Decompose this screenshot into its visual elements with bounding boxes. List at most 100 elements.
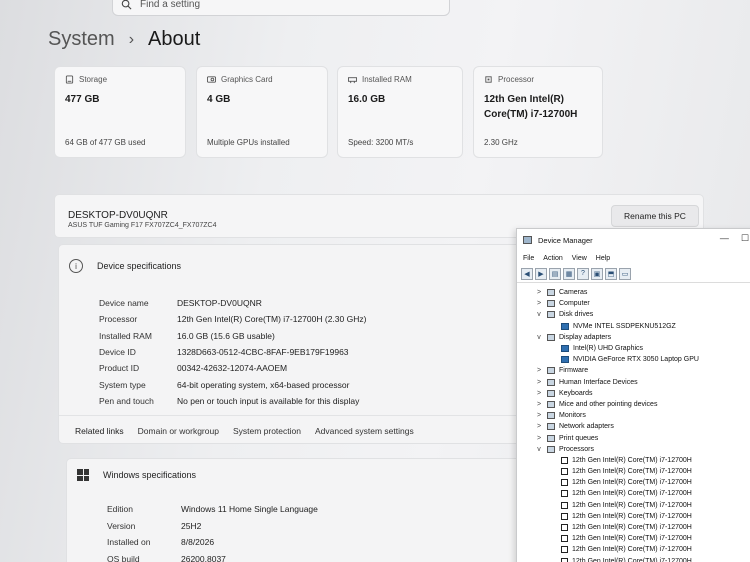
tile-title: Installed RAM (362, 75, 412, 84)
spec-value: 16.0 GB (15.6 GB usable) (177, 330, 275, 341)
update-driver-icon[interactable]: ⬒ (605, 267, 617, 280)
spec-row: Device ID 1328D663-0512-4CBC-8FAF-9EB179F… (99, 344, 366, 360)
device-label: NVMe INTEL SSDPEKNU512GZ (573, 322, 676, 330)
spec-row: Device name DESKTOP-DV0UQNR (99, 295, 366, 311)
chevron-down-icon[interactable]: v (535, 311, 543, 318)
device-tree-node[interactable]: v Disk drives (535, 309, 750, 320)
domain-workgroup-link[interactable]: Domain or workgroup (138, 426, 219, 436)
breadcrumb-system[interactable]: System (48, 28, 115, 51)
tile-sub: Multiple GPUs installed (207, 138, 290, 147)
windows-spec-rows: Edition Windows 11 Home Single Language V… (107, 501, 318, 562)
device-tree-node[interactable]: > Network adapters (535, 421, 750, 432)
spec-key: Processor (99, 314, 138, 325)
tree-view-icon[interactable]: ▤ (549, 267, 561, 280)
chevron-right-icon[interactable]: > (535, 435, 543, 442)
device-specifications-header[interactable]: i Device specifications (69, 259, 181, 273)
device-label: Firmware (559, 367, 589, 375)
device-label: Display adapters (559, 333, 612, 341)
device-category-icon (547, 311, 555, 319)
device-tree-node[interactable]: > Computer (535, 298, 750, 309)
device-tree-node[interactable]: 12th Gen Intel(R) Core(TM) i7-12700H (535, 500, 750, 511)
chevron-right-icon[interactable]: > (535, 367, 543, 374)
menu-action[interactable]: Action (543, 255, 562, 262)
device-label: 12th Gen Intel(R) Core(TM) i7-12700H (572, 535, 692, 543)
device-label: NVIDIA GeForce RTX 3050 Laptop GPU (573, 356, 699, 364)
chevron-right-icon[interactable]: > (535, 423, 543, 430)
rename-pc-button[interactable]: Rename this PC (611, 205, 699, 227)
device-label: Keyboards (559, 389, 593, 397)
system-protection-link[interactable]: System protection (233, 426, 301, 436)
chevron-right-icon[interactable]: > (535, 379, 543, 386)
chevron-right-icon[interactable]: > (535, 289, 543, 296)
scan-hardware-icon[interactable]: ▭ (619, 267, 631, 280)
menu-bar: File Action View Help (517, 251, 750, 265)
processor-icon (485, 76, 492, 83)
graphics-tile[interactable]: Graphics Card 4 GB Multiple GPUs install… (196, 66, 328, 158)
device-category-icon (547, 367, 555, 375)
menu-file[interactable]: File (523, 255, 534, 262)
processor-tile[interactable]: Processor 12th Gen Intel(R) Core(TM) i7-… (473, 66, 603, 158)
help-icon[interactable]: ? (577, 267, 589, 280)
spec-value: 00342-42632-12074-AAOEM (177, 363, 288, 374)
device-tree-node[interactable]: Intel(R) UHD Graphics (535, 343, 750, 354)
properties-icon[interactable]: ▣ (591, 267, 603, 280)
device-tree-node[interactable]: > Firmware (535, 365, 750, 376)
menu-view[interactable]: View (572, 255, 587, 262)
device-tree-node[interactable]: NVIDIA GeForce RTX 3050 Laptop GPU (535, 354, 750, 365)
device-label: 12th Gen Intel(R) Core(TM) i7-12700H (572, 501, 692, 509)
device-tree-node[interactable]: NVMe INTEL SSDPEKNU512GZ (535, 321, 750, 332)
device-tree-node[interactable]: 12th Gen Intel(R) Core(TM) i7-12700H (535, 455, 750, 466)
device-tree-node[interactable]: v Processors (535, 444, 750, 455)
device-category-icon (561, 322, 569, 330)
device-tree-node[interactable]: 12th Gen Intel(R) Core(TM) i7-12700H (535, 477, 750, 488)
device-tree-node[interactable]: 12th Gen Intel(R) Core(TM) i7-12700H (535, 556, 750, 562)
spec-row: Version 25H2 (107, 518, 318, 535)
search-input[interactable]: Find a setting (140, 0, 200, 10)
device-category-icon (547, 389, 555, 397)
device-tree-node[interactable]: 12th Gen Intel(R) Core(TM) i7-12700H (535, 522, 750, 533)
chevron-down-icon[interactable]: v (535, 446, 543, 453)
processor-icon (561, 546, 568, 554)
page-title: About (148, 28, 201, 50)
list-view-icon[interactable]: ▦ (563, 267, 575, 280)
windows-specifications-header[interactable]: Windows specifications (77, 469, 196, 481)
device-tree-node[interactable]: > Mice and other pointing devices (535, 399, 750, 410)
device-tree-node[interactable]: > Print queues (535, 432, 750, 443)
device-manager-titlebar[interactable]: Device Manager — ☐ (517, 229, 750, 251)
tile-value: 477 GB (65, 94, 100, 105)
advanced-system-settings-link[interactable]: Advanced system settings (315, 426, 414, 436)
settings-search[interactable]: Find a setting (112, 0, 450, 16)
device-tree-node[interactable]: > Cameras (535, 287, 750, 298)
chevron-down-icon[interactable]: v (535, 334, 543, 341)
device-tree-node[interactable]: v Display adapters (535, 332, 750, 343)
storage-tile[interactable]: Storage 477 GB 64 GB of 477 GB used (54, 66, 186, 158)
processor-icon (561, 490, 568, 498)
device-tree-node[interactable]: 12th Gen Intel(R) Core(TM) i7-12700H (535, 533, 750, 544)
storage-icon (65, 75, 74, 84)
chevron-right-icon[interactable]: > (535, 412, 543, 419)
chevron-right-icon[interactable]: > (535, 401, 543, 408)
maximize-icon[interactable]: ☐ (741, 233, 749, 244)
info-icon: i (69, 259, 83, 273)
window-title: Device Manager (538, 235, 593, 245)
tile-sub: 64 GB of 477 GB used (65, 138, 146, 147)
chevron-right-icon[interactable]: > (535, 390, 543, 397)
ram-tile[interactable]: Installed RAM 16.0 GB Speed: 3200 MT/s (337, 66, 463, 158)
device-tree-node[interactable]: > Human Interface Devices (535, 377, 750, 388)
menu-help[interactable]: Help (596, 255, 610, 262)
device-tree-node[interactable]: > Keyboards (535, 388, 750, 399)
forward-icon[interactable]: ▶ (535, 267, 547, 280)
device-label: Processors (559, 445, 595, 453)
device-manager-window: Device Manager — ☐ File Action View Help… (516, 228, 750, 562)
device-tree-node[interactable]: 12th Gen Intel(R) Core(TM) i7-12700H (535, 544, 750, 555)
device-label: 12th Gen Intel(R) Core(TM) i7-12700H (572, 490, 692, 498)
back-icon[interactable]: ◀ (521, 267, 533, 280)
device-tree-node[interactable]: 12th Gen Intel(R) Core(TM) i7-12700H (535, 488, 750, 499)
device-category-icon (547, 434, 555, 442)
minimize-icon[interactable]: — (720, 233, 729, 244)
chevron-right-icon[interactable]: > (535, 300, 543, 307)
device-tree-node[interactable]: > Monitors (535, 410, 750, 421)
device-tree-node[interactable]: 12th Gen Intel(R) Core(TM) i7-12700H (535, 511, 750, 522)
device-label: Disk drives (559, 311, 594, 319)
device-tree-node[interactable]: 12th Gen Intel(R) Core(TM) i7-12700H (535, 466, 750, 477)
